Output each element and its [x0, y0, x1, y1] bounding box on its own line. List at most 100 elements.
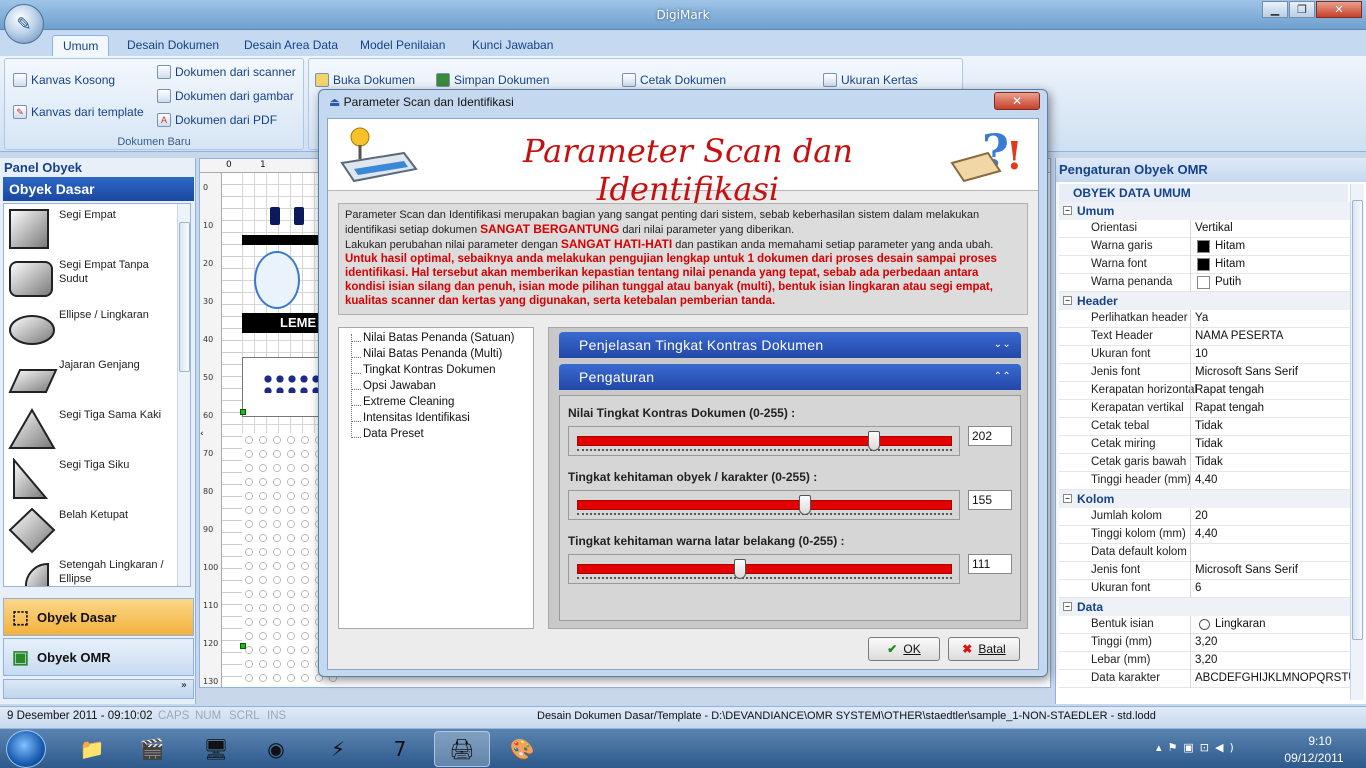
app-icon[interactable]: ⚡ [310, 731, 366, 767]
property-row[interactable]: Cetak miring Tidak [1059, 436, 1351, 454]
tree-item[interactable]: Nilai Batas Penanda (Satuan) [363, 332, 515, 344]
selection-handle[interactable] [240, 643, 246, 649]
collapse-icon[interactable]: − [1063, 602, 1072, 611]
pengaturan-header[interactable]: Pengaturan ⌃⌃ [559, 364, 1021, 390]
property-group-umum[interactable]: − Umum [1059, 202, 1351, 220]
monitor-icon[interactable]: 🖥 [188, 731, 244, 767]
selection-handle[interactable] [240, 409, 246, 415]
shape-belah-ketupat[interactable]: Belah Ketupat [4, 504, 174, 554]
digimark-task-icon[interactable]: 🖨 [434, 731, 490, 767]
maximize-button[interactable]: ❐ [1289, 1, 1315, 18]
tab-model-penilaian[interactable]: Model Penilaian [350, 35, 455, 57]
cetak-dokumen-button[interactable]: Cetak Dokumen [622, 73, 726, 87]
collapse-icon[interactable]: − [1063, 494, 1072, 503]
dokumen-gambar-button[interactable]: Dokumen dari gambar [157, 89, 294, 103]
property-row[interactable]: Warna penanda Putih [1059, 274, 1351, 292]
tree-item[interactable]: Opsi Jawaban [363, 380, 436, 392]
property-group-kolom[interactable]: − Kolom [1059, 490, 1351, 508]
slider-thumb[interactable] [734, 559, 747, 579]
shape-segi-empat-tanpa-sudut[interactable]: Segi Empat Tanpa Sudut [4, 254, 174, 304]
slider-track[interactable] [568, 554, 960, 584]
property-scrollbar[interactable] [1350, 184, 1364, 700]
shape-jajaran-genjang[interactable]: Jajaran Genjang [4, 354, 174, 404]
shape-segi-tiga-sama-kaki[interactable]: Segi Tiga Sama Kaki [4, 404, 174, 454]
property-row[interactable]: Warna garis Hitam [1059, 238, 1351, 256]
property-row[interactable]: Tinggi (mm) 3,20 [1059, 634, 1351, 652]
property-row[interactable]: Kerapatan vertikal Rapat tengah [1059, 400, 1351, 418]
penjelasan-header[interactable]: Penjelasan Tingkat Kontras Dokumen ⌄⌄ [559, 332, 1021, 358]
tree-item[interactable]: Extreme Cleaning [363, 396, 454, 408]
paint-icon[interactable]: 🎨 [494, 731, 550, 767]
tree-item[interactable]: Intensitas Identifikasi [363, 412, 470, 424]
property-row[interactable]: Jumlah kolom 20 [1059, 508, 1351, 526]
tray-icons[interactable]: ▴⚑▣⊡◀) [1156, 741, 1240, 754]
slider-thumb[interactable] [868, 431, 880, 451]
nav-obyek-dasar[interactable]: ⬚ Obyek Dasar [3, 598, 194, 636]
slider-track[interactable] [568, 490, 960, 520]
collapse-left-arrow[interactable]: ‹ [200, 429, 206, 441]
slider-value-input[interactable]: 155 [968, 490, 1012, 510]
dokumen-pdf-button[interactable]: A Dokumen dari PDF [157, 113, 277, 127]
slider-track[interactable] [568, 426, 960, 456]
close-window-button[interactable]: ✕ [1316, 1, 1362, 18]
ok-button[interactable]: ✔ OK [868, 637, 940, 661]
nav-overflow-chevron[interactable]: » [3, 679, 194, 699]
property-row[interactable]: Jenis font Microsoft Sans Serif [1059, 562, 1351, 580]
collapse-icon[interactable]: − [1063, 206, 1072, 215]
property-row[interactable]: Tinggi kolom (mm) 4,40 [1059, 526, 1351, 544]
property-row[interactable]: Orientasi Vertikal [1059, 220, 1351, 238]
property-row[interactable]: Text Header NAMA PESERTA [1059, 328, 1351, 346]
shape-segi-tiga-siku[interactable]: Segi Tiga Siku [4, 454, 174, 504]
simpan-dokumen-button[interactable]: Simpan Dokumen [436, 73, 549, 87]
property-row[interactable]: Lebar (mm) 3,20 [1059, 652, 1351, 670]
dialog-close-button[interactable]: ✕ [994, 92, 1040, 110]
slider-value-input[interactable]: 111 [968, 554, 1012, 574]
tab-desain-dokumen[interactable]: Desain Dokumen [117, 35, 229, 57]
property-row[interactable]: Jenis font Microsoft Sans Serif [1059, 364, 1351, 382]
property-row[interactable]: Perlihatkan header Ya [1059, 310, 1351, 328]
chrome-icon[interactable]: ◉ [248, 731, 304, 767]
property-row[interactable]: Cetak tebal Tidak [1059, 418, 1351, 436]
buka-dokumen-button[interactable]: Buka Dokumen [315, 73, 415, 87]
tab-umum[interactable]: Umum [52, 35, 110, 57]
property-row[interactable]: Ukuran font 6 [1059, 580, 1351, 598]
shape-ellipse[interactable]: Ellipse / Lingkaran [4, 304, 174, 354]
clock-date[interactable]: 09/12/2011 [1278, 751, 1350, 765]
property-row[interactable]: Ukuran font 10 [1059, 346, 1351, 364]
ukuran-kertas-button[interactable]: Ukuran Kertas [823, 73, 918, 87]
kanvas-kosong-button[interactable]: Kanvas Kosong [13, 73, 115, 87]
nav-obyek-omr[interactable]: ▣ Obyek OMR [3, 638, 194, 676]
property-row[interactable]: Data karakter ABCDEFGHIJKLMNOPQRSTU [1059, 670, 1351, 688]
shape-segi-empat[interactable]: Segi Empat [4, 204, 174, 254]
winrar-icon[interactable]: 7 [372, 731, 428, 767]
start-button[interactable] [6, 730, 46, 768]
slider-value-input[interactable]: 202 [968, 426, 1012, 446]
explorer-icon[interactable]: 📁 [64, 731, 120, 767]
tree-item[interactable]: Nilai Batas Penanda (Multi) [363, 348, 502, 360]
tab-kunci-jawaban[interactable]: Kunci Jawaban [462, 35, 563, 57]
tree-item[interactable]: Data Preset [363, 428, 424, 440]
property-row[interactable]: Data default kolom [1059, 544, 1351, 562]
tab-desain-area-data[interactable]: Desain Area Data [234, 35, 348, 57]
cancel-button[interactable]: ✖ Batal [948, 637, 1020, 661]
pengaturan-body: Nilai Tingkat Kontras Dokumen (0-255) : 2… [559, 395, 1021, 621]
app-menu-orb[interactable]: ✎ [4, 4, 44, 44]
collapse-icon[interactable]: − [1063, 296, 1072, 305]
minimize-button[interactable]: ▁ [1262, 1, 1288, 18]
property-row[interactable]: Kerapatan horizontal Rapat tengah [1059, 382, 1351, 400]
property-group-header[interactable]: − Header [1059, 292, 1351, 310]
property-row[interactable]: Bentuk isian Lingkaran [1059, 616, 1351, 634]
tree-item[interactable]: Tingkat Kontras Dokumen [363, 364, 496, 376]
property-row[interactable]: Cetak garis bawah Tidak [1059, 454, 1351, 472]
shape-list-scrollbar[interactable] [177, 204, 190, 586]
media-icon[interactable]: 🎬 [124, 731, 180, 767]
dokumen-scanner-button[interactable]: Dokumen dari scanner [157, 65, 296, 79]
kanvas-template-button[interactable]: ✎ Kanvas dari template [13, 105, 144, 119]
property-group-data[interactable]: − Data [1059, 598, 1351, 616]
shape-setengah-lingkaran[interactable]: Setengah Lingkaran / Ellipse [4, 554, 174, 586]
canvas-horizontal-scrollbar[interactable]: ||| [486, 687, 784, 688]
slider-thumb[interactable] [799, 495, 811, 515]
property-row[interactable]: Tinggi header (mm) 4,40 [1059, 472, 1351, 490]
property-row[interactable]: Warna font Hitam [1059, 256, 1351, 274]
clock-time[interactable]: 9:10 [1290, 734, 1350, 748]
